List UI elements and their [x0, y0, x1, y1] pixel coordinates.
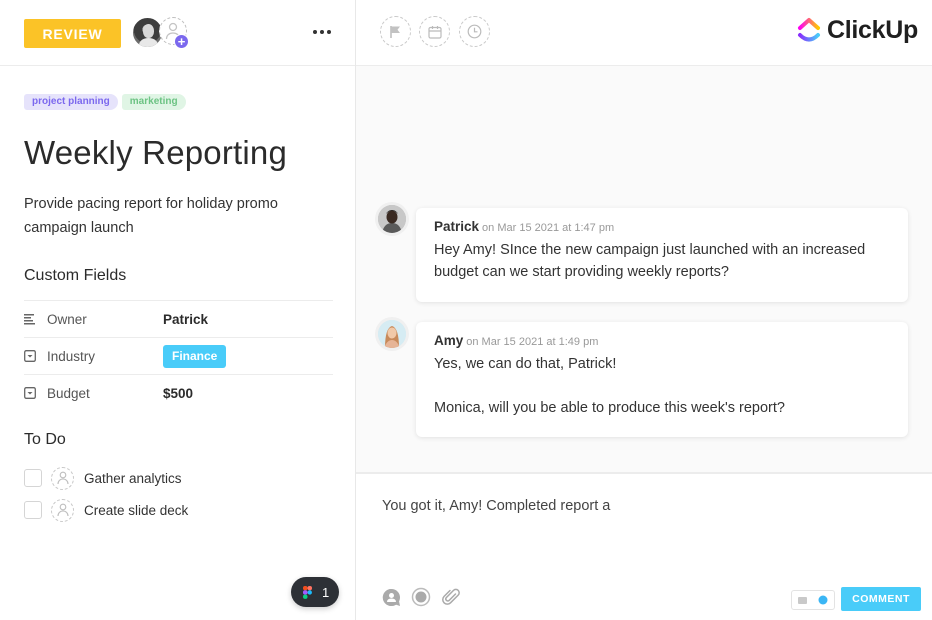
todo-label[interactable]: Create slide deck	[84, 503, 188, 518]
todo-heading: To Do	[24, 431, 66, 448]
tag-list: project planning marketing	[24, 94, 186, 110]
clickup-logo-icon	[798, 17, 821, 41]
dot	[313, 30, 317, 34]
custom-fields-heading: Custom Fields	[24, 267, 127, 284]
figma-count: 1	[322, 584, 330, 600]
comment-composer: You got it, Amy! Completed report a COMM…	[356, 472, 932, 620]
task-details-panel: REVIEW + project planning marketing Week…	[0, 0, 356, 620]
dot	[320, 30, 324, 34]
email-icon	[797, 596, 807, 604]
record-button[interactable]	[411, 587, 431, 607]
comment-author[interactable]: Amy	[434, 333, 463, 348]
todo-checkbox[interactable]	[24, 501, 42, 519]
comment-input[interactable]: You got it, Amy! Completed report a	[382, 498, 610, 514]
comment-paragraph: Yes, we can do that, Patrick!	[434, 356, 617, 372]
record-icon	[411, 587, 431, 607]
clock-icon	[467, 24, 482, 39]
todo-item: Create slide deck	[24, 494, 188, 526]
activity-panel: ClickUp Patrick on Mar 15 2021 at 1:47 pm…	[356, 0, 932, 620]
field-label: Budget	[47, 385, 90, 401]
flag-icon	[390, 25, 400, 38]
figma-icon	[303, 585, 312, 599]
todo-list: Gather analytics Create slide deck	[24, 462, 188, 526]
plus-icon[interactable]: +	[174, 34, 189, 49]
comment-card: Patrick on Mar 15 2021 at 1:47 pm Hey Amy…	[416, 208, 908, 302]
activity-header: ClickUp	[356, 0, 932, 66]
tag-marketing[interactable]: marketing	[121, 94, 186, 110]
avatar-patrick[interactable]	[378, 205, 406, 233]
task-description[interactable]: Provide pacing report for holiday promo …	[24, 192, 324, 240]
field-label: Owner	[47, 311, 87, 327]
calendar-icon	[427, 25, 442, 39]
assign-comment-icon	[382, 588, 400, 606]
due-date-button[interactable]	[419, 16, 450, 47]
custom-fields-list: Owner Patrick Industry Finance Budget $5…	[24, 300, 333, 411]
todo-checkbox[interactable]	[24, 469, 42, 487]
priority-button[interactable]	[380, 16, 411, 47]
notification-dot-icon	[818, 595, 828, 605]
dot	[327, 30, 331, 34]
comment-paragraph: Hey Amy! SInce the new campaign just lau…	[434, 242, 866, 280]
field-row-industry[interactable]: Industry Finance	[24, 337, 333, 374]
comment-author[interactable]: Patrick	[434, 219, 479, 234]
status-button[interactable]: REVIEW	[24, 19, 121, 48]
todo-item: Gather analytics	[24, 462, 188, 494]
attach-button[interactable]	[441, 587, 461, 607]
clickup-logo: ClickUp	[797, 16, 918, 45]
tag-project-planning[interactable]: project planning	[24, 94, 118, 110]
comment-paragraph: Monica, will you be able to produce this…	[434, 400, 785, 416]
more-options-button[interactable]	[310, 22, 334, 42]
field-label: Industry	[47, 348, 96, 364]
field-value-pill[interactable]: Finance	[163, 344, 227, 368]
task-header: REVIEW +	[0, 0, 355, 66]
user-icon	[56, 503, 69, 517]
brand-name: ClickUp	[827, 16, 918, 44]
dropdown-icon	[24, 350, 36, 362]
comment-submit-button[interactable]: COMMENT	[841, 587, 921, 611]
field-row-owner[interactable]: Owner Patrick	[24, 300, 333, 337]
field-value[interactable]: Patrick	[163, 312, 208, 327]
assign-user-button[interactable]	[51, 466, 74, 490]
comment-card: Amy on Mar 15 2021 at 1:49 pm Yes, we can…	[416, 322, 908, 437]
figma-attachment-badge[interactable]: 1	[291, 577, 339, 607]
dropdown-icon	[24, 387, 36, 399]
mention-button[interactable]	[381, 587, 401, 607]
assign-user-button[interactable]	[51, 498, 74, 522]
field-value[interactable]: $500	[163, 386, 193, 401]
paperclip-icon	[442, 588, 460, 605]
time-tracking-button[interactable]	[459, 16, 490, 47]
composer-toolbar	[381, 587, 461, 607]
comment-timestamp: on Mar 15 2021 at 1:47 pm	[482, 222, 615, 234]
notification-toggle[interactable]	[791, 590, 835, 610]
todo-label[interactable]: Gather analytics	[84, 471, 182, 486]
comment-timestamp: on Mar 15 2021 at 1:49 pm	[466, 336, 599, 348]
task-title[interactable]: Weekly Reporting	[24, 134, 287, 172]
text-lines-icon	[24, 313, 36, 325]
field-row-budget[interactable]: Budget $500	[24, 374, 333, 411]
comment-body: Yes, we can do that, Patrick! Monica, wi…	[434, 353, 890, 419]
avatar-amy[interactable]	[378, 320, 406, 348]
comment-body: Hey Amy! SInce the new campaign just lau…	[434, 239, 890, 283]
user-icon	[56, 471, 69, 485]
